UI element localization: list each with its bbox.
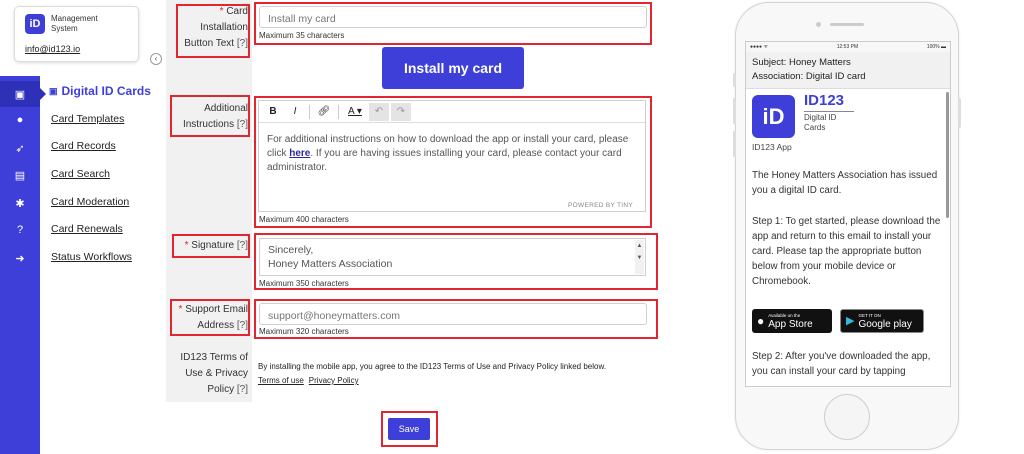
editor-toolbar: B I 🔗︎ A ▾ ↶ ↷ — [259, 101, 645, 123]
email-association: Association: Digital ID card — [752, 71, 866, 82]
store-big-text: Google play — [858, 318, 912, 330]
email-paragraph-1: The Honey Matters Association has issued… — [752, 170, 938, 196]
subnav-title[interactable]: ▣ Digital ID Cards — [49, 84, 151, 98]
app-root: ▣ ● ➶ ▤ ✱ ? ➜ iD Management System info@… — [0, 0, 1024, 454]
subnav-item-card-templates[interactable]: Card Templates — [51, 113, 124, 125]
subnav-item-card-renewals[interactable]: Card Renewals — [51, 223, 123, 235]
terms-text: By installing the mobile app, you agree … — [258, 361, 606, 387]
link-icon[interactable]: 🔗︎ — [314, 103, 334, 121]
terms-label: ID123 Terms of Use & Privacy Policy [?] — [172, 350, 248, 398]
install-card-button-preview[interactable]: Install my card — [382, 47, 524, 89]
phone-speaker — [830, 23, 864, 26]
subnav-item-card-search[interactable]: Card Search — [51, 168, 110, 180]
phone-scrollbar[interactable] — [946, 92, 949, 218]
signal-icon: ●●●● ᯤ — [750, 44, 769, 50]
battery-icon: ▬ — [940, 44, 946, 50]
document-icon[interactable]: ▤ — [0, 162, 40, 188]
editor-content[interactable]: For additional instructions on how to do… — [259, 123, 645, 185]
editor-text: . If you are having issues installing yo… — [267, 148, 622, 173]
collapse-sidebar-button[interactable]: ‹ — [150, 53, 162, 65]
email-subject: Subject: Honey Matters — [752, 57, 851, 68]
highlight-box — [170, 299, 250, 336]
help-icon[interactable]: ? — [0, 217, 40, 243]
label-line: ID123 Terms of — [180, 352, 248, 363]
id-card-icon[interactable]: ▣ — [0, 81, 46, 107]
phone-button — [733, 73, 736, 87]
here-link[interactable]: here — [289, 148, 310, 159]
bold-button[interactable]: B — [263, 103, 283, 121]
brand-logo-icon: iD — [25, 14, 45, 34]
signature-line: Sincerely, — [268, 244, 314, 256]
google-play-button[interactable]: ▶ GET IT ON Google play — [840, 309, 924, 333]
gear-icon[interactable]: ✱ — [0, 190, 40, 216]
subnav-title-label: Digital ID Cards — [61, 84, 151, 98]
subnav-item-card-moderation[interactable]: Card Moderation — [51, 196, 129, 208]
instructions-editor[interactable]: B I 🔗︎ A ▾ ↶ ↷ For additional instructio… — [258, 100, 646, 212]
icon-rail: ▣ ● ➶ ▤ ✱ ? ➜ — [0, 0, 46, 454]
chat-icon[interactable]: ● — [0, 107, 40, 133]
terms-sentence: By installing the mobile app, you agree … — [258, 362, 607, 371]
id123-app-icon: iD — [752, 95, 795, 138]
phone-button — [733, 98, 736, 124]
signature-line: Honey Matters Association — [268, 258, 393, 270]
logo-sub-line: Cards — [804, 123, 826, 132]
phone-preview: ●●●● ᯤ 12:53 PM 100% ▬ Subject: Honey Ma… — [733, 2, 961, 450]
app-store-button[interactable]: ● Available on the App Store — [752, 309, 832, 333]
highlight-box — [176, 4, 250, 58]
phone-camera — [816, 22, 821, 27]
text-color-button[interactable]: A ▾ — [343, 103, 367, 121]
highlight-box — [172, 234, 250, 258]
powered-by-tiny: POWERED BY TINY — [568, 202, 633, 209]
redo-icon[interactable]: ↷ — [391, 102, 411, 121]
support-email-input[interactable]: support@honeymatters.com — [259, 303, 647, 325]
email-header: Subject: Honey Matters Association: Digi… — [746, 52, 950, 89]
id-card-small-icon: ▣ — [49, 85, 58, 96]
subnav-item-card-records[interactable]: Card Records — [51, 140, 116, 152]
signature-hint: Maximum 350 characters — [259, 279, 349, 288]
textarea-scrollbar[interactable]: ▲ ▼ — [635, 240, 644, 274]
id123-logo-subtitle: Digital ID Cards — [804, 113, 836, 133]
save-button[interactable]: Save — [388, 418, 430, 440]
terms-of-use-link[interactable]: Terms of use — [258, 376, 304, 385]
brand-email-link[interactable]: info@id123.io — [25, 44, 80, 54]
subnav-item-status-workflows[interactable]: Status Workflows — [51, 251, 132, 263]
logo-divider — [804, 111, 854, 112]
help-link[interactable]: [?] — [237, 384, 248, 395]
brand-line1: Management — [51, 14, 98, 23]
brand-line2: System — [51, 24, 78, 33]
install-text-input[interactable]: Install my card — [259, 6, 647, 28]
phone-status-bar: ●●●● ᯤ 12:53 PM 100% ▬ — [746, 42, 950, 52]
logo-sub-line: Digital ID — [804, 113, 837, 122]
label-line: Use & Privacy — [185, 368, 248, 379]
id123-logo-title: ID123 — [804, 92, 845, 109]
highlight-box — [170, 95, 250, 137]
email-paragraph-3: Step 2: After you've downloaded the app,… — [752, 351, 931, 377]
phone-battery: 100% — [926, 44, 940, 50]
phone-button — [733, 131, 736, 157]
toolbar-divider — [309, 104, 310, 119]
brand-card: iD Management System info@id123.io — [14, 6, 139, 62]
undo-icon[interactable]: ↶ — [369, 102, 389, 121]
rocket-icon[interactable]: ➶ — [0, 135, 40, 161]
privacy-policy-link[interactable]: Privacy Policy — [309, 376, 359, 385]
store-big-text: App Store — [768, 318, 813, 330]
logout-icon[interactable]: ➜ — [0, 245, 40, 271]
label-line: Policy — [207, 384, 235, 395]
email-paragraph-2: Step 1: To get started, please download … — [752, 216, 941, 287]
install-text-hint: Maximum 35 characters — [259, 31, 345, 40]
instructions-hint: Maximum 400 characters — [259, 215, 349, 224]
support-email-hint: Maximum 320 characters — [259, 327, 349, 336]
signature-textarea[interactable]: Sincerely, Honey Matters Association ▲ ▼ — [259, 238, 646, 276]
toolbar-divider — [338, 104, 339, 119]
phone-time: 12:53 PM — [836, 44, 859, 50]
play-icon: ▶ — [846, 314, 855, 327]
italic-button[interactable]: I — [285, 103, 305, 121]
phone-screen: ●●●● ᯤ 12:53 PM 100% ▬ Subject: Honey Ma… — [745, 41, 951, 387]
phone-button — [958, 98, 961, 128]
id123-app-caption: ID123 App — [752, 142, 792, 152]
apple-icon: ● — [757, 313, 765, 328]
phone-home-button — [824, 394, 870, 440]
brand-name: Management System — [51, 14, 98, 34]
